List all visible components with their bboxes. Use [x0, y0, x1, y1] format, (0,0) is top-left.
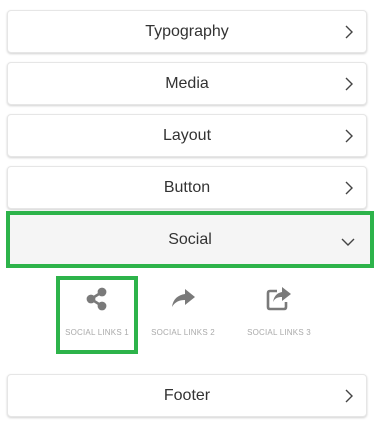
section-footer-label: Footer	[163, 386, 211, 404]
chevron-right-icon	[345, 181, 353, 194]
chevron-down-icon	[341, 238, 355, 246]
social-links-2-option[interactable]: SOCIAL LINKS 2	[142, 276, 224, 354]
section-footer[interactable]: Footer	[7, 374, 367, 417]
section-button-label: Button	[163, 178, 211, 196]
section-media-label: Media	[165, 74, 209, 92]
share-nodes-icon	[86, 287, 107, 311]
chevron-right-icon	[345, 389, 353, 402]
chevron-right-icon	[345, 129, 353, 142]
section-layout[interactable]: Layout	[7, 114, 367, 157]
chevron-right-icon	[345, 77, 353, 90]
social-links-3-option[interactable]: SOCIAL LINKS 3	[238, 276, 320, 354]
social-links-1-label: SOCIAL LINKS 1	[65, 328, 129, 337]
social-links-1-option[interactable]: SOCIAL LINKS 1	[56, 276, 138, 354]
share-square-icon	[266, 287, 291, 311]
section-media[interactable]: Media	[7, 62, 367, 105]
share-arrow-icon	[172, 289, 195, 307]
section-button[interactable]: Button	[7, 166, 367, 209]
section-social[interactable]: Social	[6, 211, 374, 268]
social-links-3-label: SOCIAL LINKS 3	[247, 328, 311, 337]
section-social-label: Social	[168, 230, 212, 248]
chevron-right-icon	[345, 25, 353, 38]
section-typography[interactable]: Typography	[7, 10, 367, 53]
section-layout-label: Layout	[162, 126, 212, 144]
section-typography-label: Typography	[145, 22, 229, 40]
social-links-2-label: SOCIAL LINKS 2	[151, 328, 215, 337]
